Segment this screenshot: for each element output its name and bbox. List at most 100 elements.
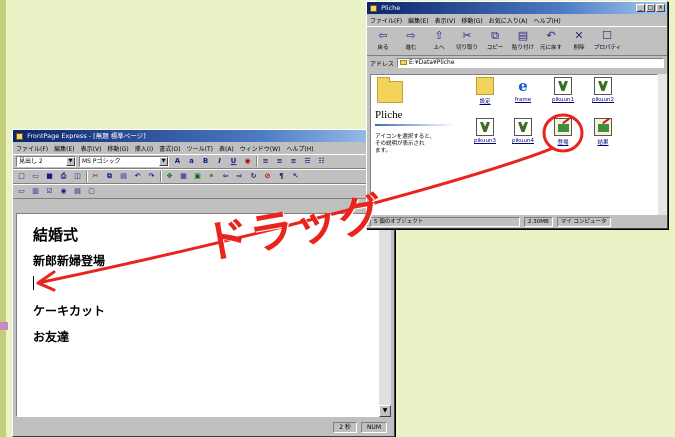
paste-icon[interactable]: ▤ (118, 171, 129, 182)
chevron-down-icon[interactable]: ▼ (66, 157, 75, 166)
paste-button[interactable]: ▤ 貼り付け (510, 29, 536, 51)
undo-icon[interactable]: ↶ (132, 171, 143, 182)
back-icon[interactable]: ⇦ (220, 171, 231, 182)
file-label: 設定 (479, 99, 491, 105)
refresh-icon[interactable]: ↻ (248, 171, 259, 182)
paste-label: 貼り付け (511, 45, 534, 51)
file-item-settings[interactable]: 設定 (467, 77, 503, 105)
file-item-frame[interactable]: e frame (505, 77, 541, 103)
cut-button[interactable]: ✂ 切り取り (454, 29, 480, 51)
folder-info-pane: Pliche アイコンを選択すると、 その説明が表示され ます。 (375, 77, 459, 155)
minimize-button[interactable]: _ (636, 4, 645, 12)
form-checkbox-icon[interactable]: ☑ (44, 186, 55, 197)
align-right-icon[interactable]: ≡ (288, 156, 299, 167)
image-file-icon (554, 118, 572, 136)
hyperlink-icon[interactable]: ⚭ (206, 171, 217, 182)
redo-icon[interactable]: ↷ (146, 171, 157, 182)
close-button[interactable]: × (656, 4, 665, 12)
ex-menu-go[interactable]: 移動(G) (461, 16, 482, 25)
preview-icon[interactable]: ◫ (72, 171, 83, 182)
folder-icon (370, 4, 377, 12)
copy-icon[interactable]: ⧉ (104, 171, 115, 182)
fp-menu-table[interactable]: 表(A) (219, 144, 234, 153)
explorer-menu-bar: ファイル(F) 編集(E) 表示(V) 移動(G) お気に入り(A) ヘルプ(H… (367, 14, 667, 26)
cut-label: 切り取り (455, 45, 478, 51)
paragraph-style-select[interactable]: 見出し 2 ▼ (16, 156, 76, 167)
fp-menu-format[interactable]: 書式(O) (159, 144, 180, 153)
maximize-button[interactable]: □ (646, 4, 655, 12)
doc-heading: 結婚式 (33, 226, 79, 244)
new-page-icon[interactable]: □ (16, 171, 27, 182)
fp-menu-view[interactable]: 表示(V) (81, 144, 102, 153)
forward-button[interactable]: ⇨ 進む (398, 29, 424, 51)
font-smaller-icon[interactable]: a (186, 156, 197, 167)
stop-icon[interactable]: ⊘ (262, 171, 273, 182)
text-color-icon[interactable]: ◉ (242, 156, 253, 167)
font-bigger-icon[interactable]: A (172, 156, 183, 167)
insert-image-icon[interactable]: ▣ (192, 171, 203, 182)
help-pointer-icon[interactable]: ↖ (290, 171, 301, 182)
frontpage-menu-bar: ファイル(F) 編集(E) 表示(V) 移動(G) 挿入(I) 書式(O) ツー… (13, 142, 394, 154)
form-button-icon[interactable]: ▢ (86, 186, 97, 197)
document-scrollbar[interactable]: ▲ ▼ (379, 213, 391, 417)
form-textbox-icon[interactable]: ▭ (16, 186, 27, 197)
file-item-pikuun4[interactable]: pikuun4 (505, 118, 541, 144)
insert-webbot-icon[interactable]: ✥ (164, 171, 175, 182)
bold-icon[interactable]: B (200, 156, 211, 167)
fp-menu-file[interactable]: ファイル(F) (16, 144, 48, 153)
fp-menu-go[interactable]: 移動(G) (107, 144, 128, 153)
save-icon[interactable]: ■ (44, 171, 55, 182)
file-item-result[interactable]: 結果 (585, 118, 621, 146)
font-select[interactable]: MS Pゴシック ▼ (79, 156, 169, 167)
form-dropdown-icon[interactable]: ▤ (72, 186, 83, 197)
fp-menu-tools[interactable]: ツール(T) (187, 144, 213, 153)
properties-button[interactable]: ☐ プロパティ (594, 29, 621, 51)
forward-arrow-icon: ⇨ (406, 29, 416, 42)
address-input[interactable]: E:¥Data¥Pliche (397, 58, 664, 68)
explorer-status-bar: 5 個のオブジェクト 2.30MB マイ コンピュータ (370, 216, 666, 227)
ex-menu-view[interactable]: 表示(V) (435, 16, 456, 25)
ex-menu-edit[interactable]: 編集(E) (408, 16, 428, 25)
folder-view[interactable]: Pliche アイコンを選択すると、 その説明が表示され ます。 設定 e fr… (370, 74, 658, 215)
doc-line-entrance: 新郎新婦登場 (33, 254, 106, 268)
folder-scrollbar[interactable] (658, 74, 667, 215)
underline-icon[interactable]: U (228, 156, 239, 167)
italic-icon[interactable]: I (214, 156, 225, 167)
ex-menu-favorites[interactable]: お気に入り(A) (489, 16, 528, 25)
align-center-icon[interactable]: ≡ (274, 156, 285, 167)
numbered-list-icon[interactable]: ☰ (302, 156, 313, 167)
align-left-icon[interactable]: ≡ (260, 156, 271, 167)
forward-icon[interactable]: ⇨ (234, 171, 245, 182)
ex-menu-help[interactable]: ヘルプ(H) (534, 16, 561, 25)
file-item-pikuun2[interactable]: pikuun2 (585, 77, 621, 103)
fp-menu-window[interactable]: ウィンドウ(W) (240, 144, 281, 153)
copy-button[interactable]: ⧉ コピー (482, 29, 508, 51)
scroll-down-icon[interactable]: ▼ (379, 405, 391, 417)
explorer-title-bar[interactable]: Pliche _ □ × (367, 2, 667, 14)
up-button[interactable]: ⇧ 上へ (426, 29, 452, 51)
frontpage-title-bar[interactable]: FrontPage Express - [無題 標準ページ] (13, 130, 394, 142)
undo-button[interactable]: ↶ 元に戻す (538, 29, 564, 51)
file-item-entrance[interactable]: 登場 (545, 118, 581, 146)
fp-menu-help[interactable]: ヘルプ(H) (286, 144, 313, 153)
cut-icon[interactable]: ✂ (90, 171, 101, 182)
fp-menu-insert[interactable]: 挿入(I) (135, 144, 153, 153)
explorer-title: Pliche (381, 4, 401, 12)
print-icon[interactable]: ⎙ (58, 171, 69, 182)
delete-button[interactable]: ✕ 削除 (566, 29, 592, 51)
form-radio-icon[interactable]: ◉ (58, 186, 69, 197)
bullet-list-icon[interactable]: ☷ (316, 156, 327, 167)
show-formatting-icon[interactable]: ¶ (276, 171, 287, 182)
frontpage-window: FrontPage Express - [無題 標準ページ] ファイル(F) 編… (12, 129, 395, 437)
wordpad-doc-icon (554, 77, 572, 95)
insert-table-icon[interactable]: ▦ (178, 171, 189, 182)
file-item-pikuun1[interactable]: pikuun1 (545, 77, 581, 103)
fp-menu-edit[interactable]: 編集(E) (54, 144, 74, 153)
chevron-down-icon[interactable]: ▼ (159, 157, 168, 166)
back-button[interactable]: ⇦ 戻る (370, 29, 396, 51)
ex-menu-file[interactable]: ファイル(F) (370, 16, 402, 25)
file-item-pikuun3[interactable]: pikuun3 (467, 118, 503, 144)
open-icon[interactable]: ▭ (30, 171, 41, 182)
background-edge (0, 0, 6, 437)
form-textarea-icon[interactable]: ▥ (30, 186, 41, 197)
